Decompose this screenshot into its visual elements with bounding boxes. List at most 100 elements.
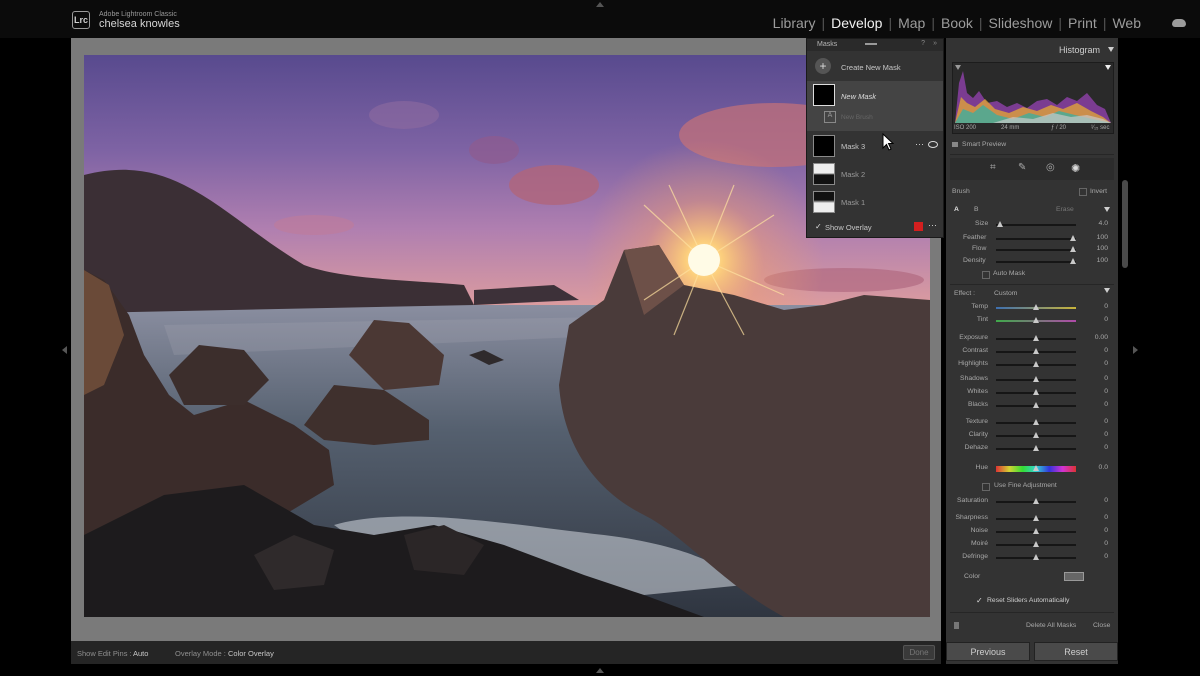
module-map[interactable]: Map [897, 15, 926, 31]
clarity-slider-knob[interactable] [1033, 432, 1039, 438]
texture-value[interactable]: 0 [1078, 418, 1108, 425]
density-slider[interactable] [996, 261, 1076, 263]
panel-switch-icon[interactable] [954, 622, 959, 629]
flow-slider[interactable] [996, 249, 1076, 251]
photo-preview[interactable] [84, 55, 930, 617]
brush-erase-tab[interactable]: Erase [1056, 206, 1074, 213]
size-slider-knob[interactable] [997, 221, 1003, 227]
size-value[interactable]: 4.0 [1078, 220, 1108, 227]
exposure-slider-knob[interactable] [1033, 335, 1039, 341]
mask-item-1[interactable]: Mask 1 [807, 189, 943, 215]
masking-tool-icon[interactable]: ✺ [1071, 162, 1080, 175]
texture-slider-knob[interactable] [1033, 419, 1039, 425]
left-panel-toggle-icon[interactable] [62, 346, 67, 354]
blacks-slider-knob[interactable] [1033, 402, 1039, 408]
done-button[interactable]: Done [903, 645, 935, 660]
right-panel-toggle-icon[interactable] [1133, 346, 1138, 354]
bottom-panel-toggle-icon[interactable] [596, 668, 604, 673]
tint-value[interactable]: 0 [1078, 316, 1108, 323]
collapse-icon[interactable]: » [933, 40, 937, 47]
feather-slider[interactable] [996, 238, 1076, 240]
blacks-value[interactable]: 0 [1078, 401, 1108, 408]
flow-value[interactable]: 100 [1078, 245, 1108, 252]
feather-value[interactable]: 100 [1078, 234, 1108, 241]
module-develop[interactable]: Develop [830, 15, 883, 31]
highlights-slider-knob[interactable] [1033, 361, 1039, 367]
feather-slider-knob[interactable] [1070, 235, 1076, 241]
module-web[interactable]: Web [1111, 15, 1142, 31]
red-eye-tool-icon[interactable]: ◎ [1046, 162, 1055, 173]
create-new-mask-row[interactable]: + Create New Mask [807, 57, 943, 77]
clarity-value[interactable]: 0 [1078, 431, 1108, 438]
shadows-slider-knob[interactable] [1033, 376, 1039, 382]
contrast-value[interactable]: 0 [1078, 347, 1108, 354]
reset-sliders-checkbox[interactable]: ✓ [976, 596, 983, 605]
module-slideshow[interactable]: Slideshow [988, 15, 1054, 31]
previous-button[interactable]: Previous [946, 642, 1030, 661]
moir-value[interactable]: 0 [1078, 540, 1108, 547]
density-slider-knob[interactable] [1070, 258, 1076, 264]
cloud-sync-icon[interactable] [1172, 19, 1186, 27]
healing-tool-icon[interactable]: ✎ [1018, 162, 1026, 173]
defringe-slider-knob[interactable] [1033, 554, 1039, 560]
invert-checkbox[interactable] [1079, 188, 1087, 196]
overlay-color-swatch[interactable] [914, 222, 923, 231]
contrast-slider-knob[interactable] [1033, 348, 1039, 354]
shadows-value[interactable]: 0 [1078, 375, 1108, 382]
brush-a-tab[interactable]: A [954, 206, 959, 213]
sharpness-slider-knob[interactable] [1033, 515, 1039, 521]
reset-button[interactable]: Reset [1034, 642, 1118, 661]
saturation-slider-knob[interactable] [1033, 498, 1039, 504]
smart-preview-label[interactable]: Smart Preview [962, 141, 1006, 148]
effect-preset-dropdown[interactable]: Custom [994, 290, 1017, 297]
mask-item-3[interactable]: Mask 3 ··· [807, 133, 943, 159]
auto-mask-checkbox[interactable] [982, 271, 990, 279]
size-slider[interactable] [996, 224, 1076, 226]
temp-value[interactable]: 0 [1078, 303, 1108, 310]
noise-slider-knob[interactable] [1033, 528, 1039, 534]
saturation-value[interactable]: 0 [1078, 497, 1108, 504]
mask-3-more-icon[interactable]: ··· [915, 139, 924, 149]
noise-value[interactable]: 0 [1078, 527, 1108, 534]
module-library[interactable]: Library [772, 15, 817, 31]
sharpness-value[interactable]: 0 [1078, 514, 1108, 521]
hue-slider-knob[interactable] [1033, 465, 1039, 471]
histogram-title[interactable]: Histogram [1059, 45, 1100, 55]
mask-3-visibility-icon[interactable] [928, 141, 938, 148]
dehaze-slider-knob[interactable] [1033, 445, 1039, 451]
density-value[interactable]: 100 [1078, 257, 1108, 264]
histogram-collapse-icon[interactable] [1108, 47, 1114, 52]
exposure-value[interactable]: 0.00 [1078, 334, 1108, 341]
delete-all-masks-button[interactable]: Delete All Masks [1026, 622, 1076, 629]
whites-slider-knob[interactable] [1033, 389, 1039, 395]
highlights-value[interactable]: 0 [1078, 360, 1108, 367]
close-masks-button[interactable]: Close [1093, 622, 1110, 629]
brush-collapse-icon[interactable] [1104, 207, 1110, 212]
temp-slider-knob[interactable] [1033, 304, 1039, 310]
color-swatch[interactable] [1064, 572, 1084, 581]
crop-tool-icon[interactable]: ⌗ [990, 162, 996, 173]
overlay-more-icon[interactable]: ··· [928, 220, 937, 230]
right-panel-scrollbar[interactable] [1122, 180, 1128, 268]
show-overlay-checkbox[interactable]: ✓ [815, 222, 822, 231]
help-icon[interactable]: ? [921, 40, 925, 47]
overlay-mode-dropdown[interactable]: Color Overlay [228, 649, 274, 658]
drag-handle-icon[interactable] [865, 43, 877, 45]
module-book[interactable]: Book [940, 15, 974, 31]
top-panel-toggle-icon[interactable] [596, 2, 604, 7]
module-print[interactable]: Print [1067, 15, 1098, 31]
add-mask-icon[interactable]: + [815, 58, 831, 74]
moir-slider-knob[interactable] [1033, 541, 1039, 547]
effect-collapse-icon[interactable] [1104, 288, 1110, 293]
hue-value[interactable]: 0.0 [1078, 464, 1108, 471]
tint-slider-knob[interactable] [1033, 317, 1039, 323]
new-mask-item[interactable]: New Mask A New Brush [807, 81, 943, 131]
histogram-chart[interactable]: ISO 200 24 mm ƒ / 20 ¹⁄₁₅ sec [952, 62, 1114, 134]
masks-panel-header[interactable]: Masks ? » [807, 39, 943, 51]
show-edit-pins-dropdown[interactable]: Auto [133, 649, 148, 658]
dehaze-value[interactable]: 0 [1078, 444, 1108, 451]
defringe-value[interactable]: 0 [1078, 553, 1108, 560]
whites-value[interactable]: 0 [1078, 388, 1108, 395]
flow-slider-knob[interactable] [1070, 246, 1076, 252]
mask-item-2[interactable]: Mask 2 [807, 161, 943, 187]
